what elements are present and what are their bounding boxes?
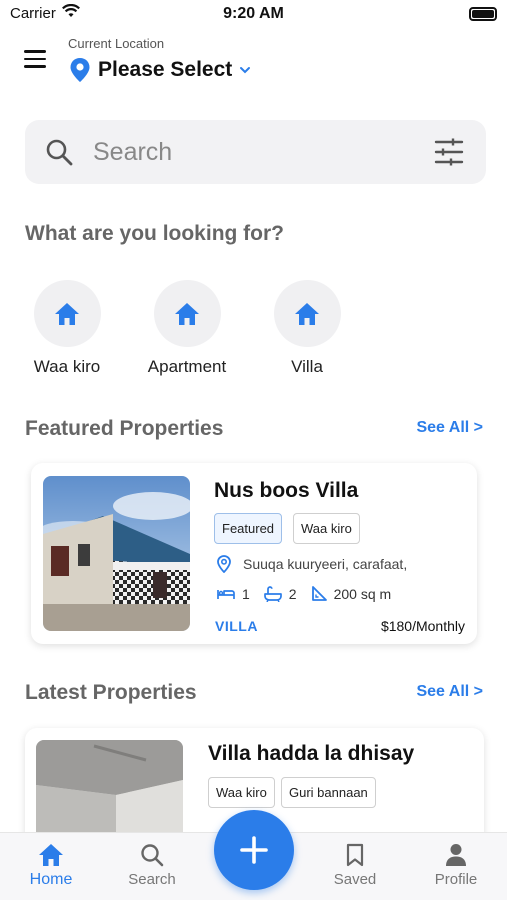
person-icon bbox=[446, 844, 466, 866]
search-icon bbox=[46, 139, 73, 166]
featured-see-all-link[interactable]: See All > bbox=[416, 419, 483, 437]
property-title: Villa hadda la dhisay bbox=[208, 742, 415, 765]
categories-title: What are you looking for? bbox=[25, 222, 285, 245]
chevron-down-icon bbox=[240, 67, 251, 74]
location-pin-icon bbox=[217, 555, 231, 573]
tab-search[interactable]: Search bbox=[112, 843, 192, 888]
baths-feature: 2 bbox=[263, 586, 297, 602]
category-villa[interactable]: Villa bbox=[252, 280, 362, 377]
beds-count: 1 bbox=[242, 586, 250, 602]
filter-icon[interactable] bbox=[434, 138, 464, 166]
beds-feature: 1 bbox=[217, 586, 250, 602]
latest-title: Latest Properties bbox=[25, 681, 197, 704]
plus-icon bbox=[240, 836, 268, 864]
hamburger-menu-icon[interactable] bbox=[24, 50, 46, 68]
tab-home[interactable]: Home bbox=[11, 843, 91, 889]
tab-profile[interactable]: Profile bbox=[416, 843, 496, 888]
tab-saved[interactable]: Saved bbox=[315, 843, 395, 888]
category-label: Apartment bbox=[147, 357, 227, 376]
property-features: 1 2 200 sq m bbox=[217, 586, 405, 602]
address-text: Suuqa kuuryeeri, carafaat, bbox=[243, 556, 408, 572]
location-pin-icon bbox=[70, 58, 90, 82]
tab-label: Profile bbox=[434, 871, 478, 888]
status-bar: Carrier 9:20 AM bbox=[0, 0, 507, 30]
category-label: Villa bbox=[291, 357, 323, 376]
featured-title: Featured Properties bbox=[25, 417, 224, 440]
property-address: Suuqa kuuryeeri, carafaat, bbox=[217, 555, 407, 573]
category-icon-circle bbox=[153, 280, 221, 347]
tag-waa-kiro: Waa kiro bbox=[208, 777, 275, 808]
category-apartment[interactable]: Apartment bbox=[132, 280, 242, 377]
location-label: Current Location bbox=[68, 36, 165, 51]
home-icon bbox=[295, 302, 319, 325]
location-selector[interactable]: Please Select bbox=[70, 58, 251, 82]
add-property-button[interactable] bbox=[214, 810, 294, 890]
battery-icon bbox=[469, 7, 497, 21]
bed-icon bbox=[217, 590, 235, 599]
area-value: 200 sq m bbox=[333, 586, 392, 602]
area-feature: 200 sq m bbox=[311, 586, 392, 602]
category-label: Waa kiro bbox=[33, 357, 101, 376]
search-icon bbox=[141, 844, 164, 867]
home-icon bbox=[175, 302, 199, 325]
bathtub-icon bbox=[263, 586, 282, 602]
category-icon-circle bbox=[33, 280, 101, 347]
tab-label: Saved bbox=[333, 871, 377, 888]
category-waa-kiro[interactable]: Waa kiro bbox=[12, 280, 122, 377]
search-input[interactable] bbox=[93, 132, 413, 172]
home-icon bbox=[55, 302, 79, 325]
tab-label: Home bbox=[29, 871, 73, 888]
property-price: $180/Monthly bbox=[380, 618, 465, 634]
property-type: VILLA bbox=[215, 618, 258, 634]
tab-label: Search bbox=[128, 871, 176, 888]
tag-featured: Featured bbox=[214, 513, 283, 544]
baths-count: 2 bbox=[288, 586, 297, 602]
category-icon-circle bbox=[273, 280, 341, 347]
area-icon bbox=[311, 586, 327, 601]
property-title: Nus boos Villa bbox=[214, 479, 359, 502]
clock: 9:20 AM bbox=[223, 5, 284, 22]
featured-property-card[interactable]: Nus boos Villa Featured Waa kiro Suuqa k… bbox=[31, 463, 477, 644]
property-photo bbox=[43, 476, 190, 631]
latest-see-all-link[interactable]: See All > bbox=[416, 683, 483, 701]
tag-guri-bannaan: Guri bannaan bbox=[281, 777, 376, 808]
search-bar bbox=[25, 120, 486, 184]
home-icon bbox=[39, 844, 63, 866]
location-value: Please Select bbox=[98, 58, 233, 81]
tag-waa-kiro: Waa kiro bbox=[293, 513, 360, 544]
bookmark-icon bbox=[346, 843, 364, 867]
